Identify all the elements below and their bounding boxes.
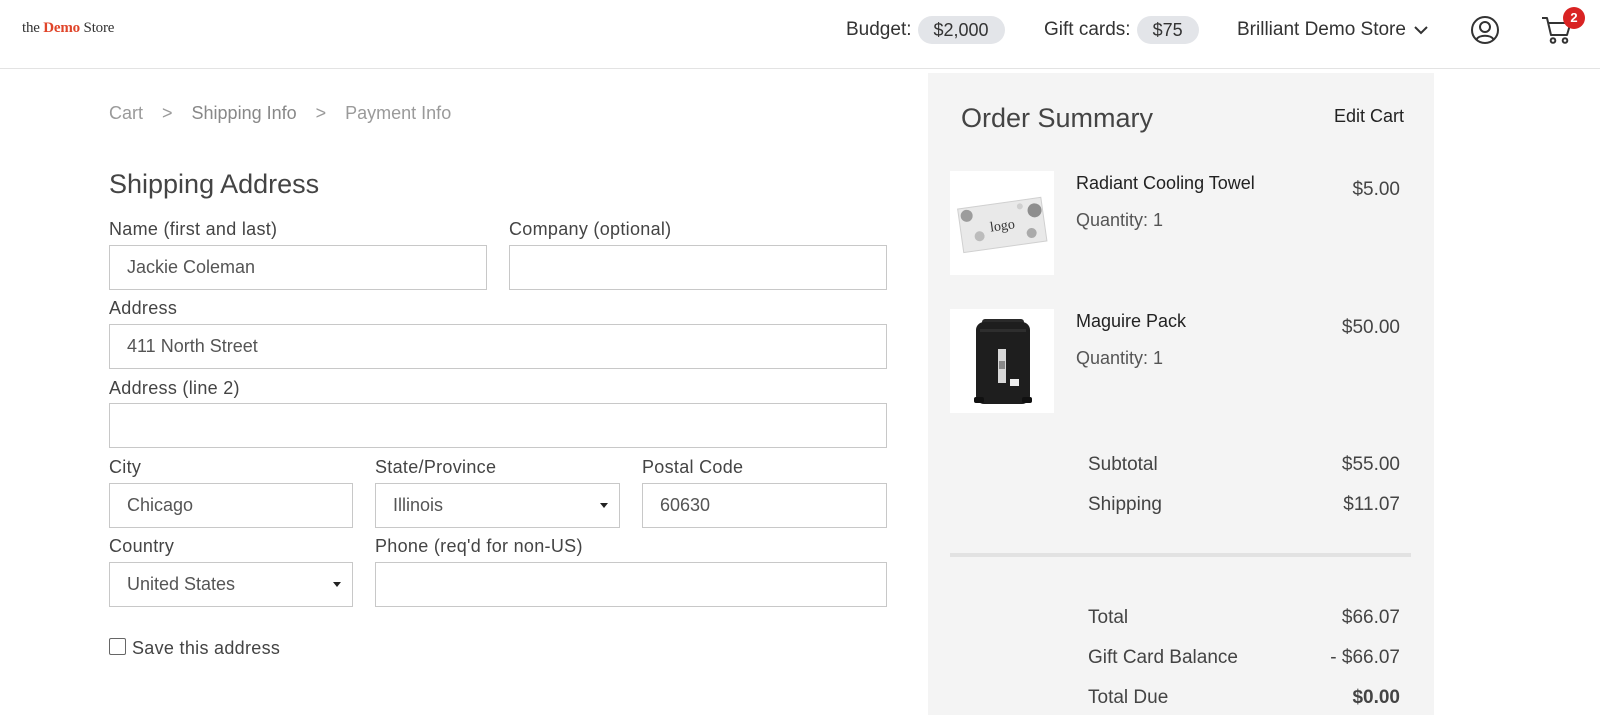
item-price: $5.00 bbox=[1352, 179, 1400, 200]
item-quantity: Quantity: 1 bbox=[1076, 210, 1164, 230]
towel-image: logo bbox=[957, 196, 1048, 254]
edit-cart-link[interactable]: Edit Cart bbox=[1334, 106, 1404, 127]
shipping-label: Shipping bbox=[1088, 494, 1162, 515]
item-name[interactable]: Maguire Pack bbox=[1076, 311, 1186, 332]
order-summary-panel: Order Summary Edit Cart logo Radiant Coo… bbox=[928, 73, 1434, 715]
state-label: State/Province bbox=[375, 457, 497, 477]
breadcrumb-payment-info[interactable]: Payment Info bbox=[345, 103, 451, 124]
dropdown-arrow-icon bbox=[333, 582, 341, 587]
top-header: the Demo Store Budget: $2,000 Gift cards… bbox=[0, 0, 1600, 69]
address-label: Address bbox=[109, 298, 178, 318]
budget-display: Budget: $2,000 bbox=[846, 16, 1005, 44]
state-select[interactable]: Illinois bbox=[375, 483, 620, 528]
state-select-value: Illinois bbox=[393, 495, 444, 515]
country-select[interactable]: United States bbox=[109, 562, 353, 607]
total-due-value: $0.00 bbox=[1352, 687, 1400, 708]
city-input[interactable]: Chicago bbox=[109, 483, 353, 528]
country-select-value: United States bbox=[127, 574, 236, 594]
budget-badge: $2,000 bbox=[917, 16, 1005, 44]
total-due-label: Total Due bbox=[1088, 687, 1169, 708]
address-line2-label: Address (line 2) bbox=[109, 378, 240, 398]
subtotal-value: $55.00 bbox=[1341, 454, 1400, 475]
breadcrumb-separator: > bbox=[162, 103, 173, 123]
breadcrumb-shipping-info[interactable]: Shipping Info bbox=[192, 103, 297, 124]
postal-code-label: Postal Code bbox=[642, 457, 744, 477]
store-logo[interactable]: the Demo Store bbox=[22, 20, 114, 37]
product-image-towel[interactable]: logo bbox=[950, 171, 1054, 275]
budget-label: Budget: bbox=[846, 19, 912, 40]
product-image-backpack[interactable] bbox=[950, 309, 1054, 413]
shipping-address-heading: Shipping Address bbox=[109, 169, 320, 199]
postal-code-input[interactable]: 60630 bbox=[642, 483, 887, 528]
name-input[interactable]: Jackie Coleman bbox=[109, 245, 487, 290]
country-label: Country bbox=[109, 536, 175, 556]
company-input[interactable] bbox=[509, 245, 887, 290]
account-icon[interactable] bbox=[1470, 15, 1500, 45]
logo-the: the bbox=[22, 20, 40, 36]
phone-label: Phone (req'd for non-US) bbox=[375, 536, 583, 556]
gift-cards-display: Gift cards: $75 bbox=[1044, 16, 1199, 44]
order-summary-heading: Order Summary bbox=[961, 103, 1154, 133]
gift-card-balance-value: - $66.07 bbox=[1330, 647, 1400, 668]
breadcrumb-separator: > bbox=[315, 103, 327, 123]
store-name: Brilliant Demo Store bbox=[1237, 19, 1406, 40]
address-input[interactable]: 411 North Street bbox=[109, 324, 887, 369]
dropdown-arrow-icon bbox=[600, 503, 608, 508]
item-name[interactable]: Radiant Cooling Towel bbox=[1076, 173, 1255, 194]
item-price: $50.00 bbox=[1341, 317, 1400, 338]
subtotal-label: Subtotal bbox=[1088, 454, 1158, 475]
address-line2-input[interactable] bbox=[109, 403, 887, 448]
shipping-value: $11.07 bbox=[1343, 494, 1400, 515]
name-label: Name (first and last) bbox=[109, 219, 278, 239]
company-label: Company (optional) bbox=[509, 219, 672, 239]
store-selector[interactable]: Brilliant Demo Store bbox=[1237, 16, 1428, 44]
backpack-image bbox=[974, 319, 1032, 404]
gift-cards-badge: $75 bbox=[1136, 16, 1199, 44]
city-label: City bbox=[109, 457, 142, 477]
phone-input[interactable] bbox=[375, 562, 887, 607]
checkout-breadcrumb: Cart > Shipping Info > Payment Info bbox=[109, 103, 451, 124]
summary-divider bbox=[950, 553, 1411, 557]
chevron-down-icon bbox=[1414, 26, 1428, 35]
save-address-label[interactable]: Save this address bbox=[132, 638, 280, 659]
total-label: Total bbox=[1088, 607, 1129, 628]
save-address-checkbox[interactable] bbox=[109, 638, 126, 655]
cart-count-badge: 2 bbox=[1563, 7, 1585, 29]
gift-cards-label: Gift cards: bbox=[1044, 19, 1131, 40]
gift-card-balance-label: Gift Card Balance bbox=[1088, 647, 1238, 668]
logo-demo: Demo bbox=[43, 20, 80, 36]
logo-store: Store bbox=[83, 20, 115, 36]
item-quantity: Quantity: 1 bbox=[1076, 348, 1164, 368]
total-value: $66.07 bbox=[1341, 607, 1400, 628]
breadcrumb-cart[interactable]: Cart bbox=[109, 103, 143, 124]
